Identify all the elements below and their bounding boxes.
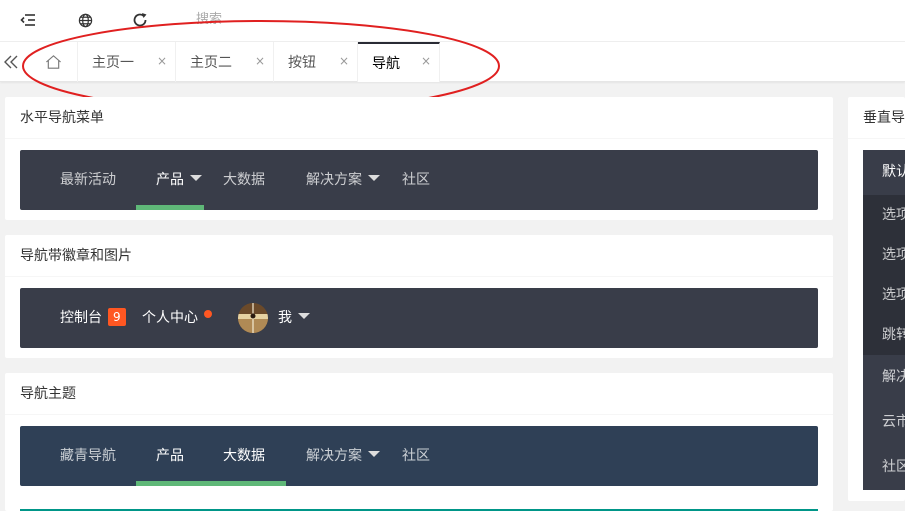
- avatar[interactable]: [238, 303, 268, 333]
- vnav-item-community[interactable]: 社区: [863, 445, 905, 490]
- nav-label: 产品: [156, 172, 184, 188]
- nav-item-bigdata[interactable]: 大数据: [223, 150, 265, 210]
- nav-item-product[interactable]: 产品: [156, 426, 184, 486]
- nav-label: 我: [278, 310, 292, 326]
- vnav-option-3[interactable]: 选项3: [863, 275, 905, 315]
- tab-close-icon[interactable]: ×: [157, 54, 167, 68]
- globe-icon[interactable]: [74, 9, 96, 31]
- horizontal-nav: 最新活动 产品 大数据 解决方案 社区: [20, 150, 818, 210]
- nav-item-community[interactable]: 社区: [402, 426, 430, 486]
- notification-dot: [204, 310, 212, 318]
- navy-nav: 藏青导航 产品 大数据 解决方案 社区: [20, 426, 818, 486]
- caret-down-icon: [190, 175, 202, 181]
- tab-close-icon[interactable]: ×: [421, 54, 431, 68]
- tab-close-icon[interactable]: ×: [339, 54, 349, 68]
- tab-label: 导航: [372, 56, 400, 72]
- active-indicator: [136, 205, 204, 210]
- vnav-option-2[interactable]: 选项2: [863, 235, 905, 275]
- badge-nav: 控制台 9 个人中心 我: [20, 288, 818, 348]
- vnav-option-jump[interactable]: 跳转: [863, 315, 905, 355]
- nav-item-solutions[interactable]: 解决方案: [306, 150, 380, 210]
- tab-home[interactable]: [29, 42, 78, 82]
- tab-bar: 主页一 × 主页二 × 按钮 × 导航 ×: [0, 42, 905, 82]
- nav-item-community[interactable]: 社区: [402, 150, 430, 210]
- vnav-item-solutions[interactable]: 解决方案: [863, 355, 905, 400]
- card-horizontal-nav: 水平导航菜单 最新活动 产品 大数据 解决方案 社区: [5, 97, 833, 220]
- home-icon: [45, 55, 61, 69]
- vnav-option-1[interactable]: 选项1: [863, 195, 905, 235]
- card-title: 水平导航菜单: [5, 97, 833, 139]
- vnav-item-cloud-market[interactable]: 云市场: [863, 400, 905, 445]
- refresh-icon[interactable]: [129, 9, 151, 31]
- tab-close-icon[interactable]: ×: [255, 54, 265, 68]
- tab-home-2[interactable]: 主页二 ×: [176, 42, 274, 82]
- card-title: 导航主题: [5, 373, 833, 415]
- nav-item-bigdata[interactable]: 大数据: [223, 426, 265, 486]
- nav-label: 解决方案: [306, 448, 362, 464]
- count-badge: 9: [108, 308, 126, 326]
- card-nav-theme: 导航主题 藏青导航 产品 大数据 解决方案 社区: [5, 373, 833, 511]
- nav-item-profile[interactable]: 个人中心: [142, 288, 198, 348]
- nav-item-product[interactable]: 产品: [156, 150, 202, 210]
- top-header: [0, 0, 905, 42]
- tab-label: 主页一: [92, 55, 134, 71]
- vnav-item-default-open[interactable]: 默认展开: [863, 150, 905, 195]
- tab-button[interactable]: 按钮 ×: [274, 42, 358, 82]
- menu-fold-icon[interactable]: [17, 9, 39, 31]
- caret-down-icon: [368, 451, 380, 457]
- card-badge-nav: 导航带徽章和图片 控制台 9 个人中心 我: [5, 235, 833, 358]
- tab-label: 按钮: [288, 55, 316, 71]
- nav-label: 控制台: [60, 310, 102, 326]
- nav-item-me[interactable]: 我: [278, 288, 310, 348]
- nav-label: 解决方案: [306, 172, 362, 188]
- tab-nav[interactable]: 导航 ×: [358, 42, 440, 82]
- caret-down-icon: [368, 175, 380, 181]
- tab-home-1[interactable]: 主页一 ×: [78, 42, 176, 82]
- nav-item-console[interactable]: 控制台 9: [60, 288, 126, 348]
- tab-label: 主页二: [190, 55, 232, 71]
- card-title: 垂直导航: [848, 97, 905, 139]
- card-vertical-nav: 垂直导航 默认展开 选项1 选项2 选项3 跳转 解决方案 云市场 社区: [848, 97, 905, 501]
- tab-scroll-left-icon[interactable]: [0, 42, 22, 82]
- active-indicator: [136, 481, 286, 486]
- nav-item-latest[interactable]: 最新活动: [60, 150, 116, 210]
- vertical-nav: 默认展开 选项1 选项2 选项3 跳转 解决方案 云市场 社区: [863, 150, 905, 490]
- caret-down-icon: [298, 313, 310, 319]
- vnav-submenu: 选项1 选项2 选项3 跳转: [863, 195, 905, 355]
- nav-item-solutions[interactable]: 解决方案: [306, 426, 380, 486]
- card-title: 导航带徽章和图片: [5, 235, 833, 277]
- search-input[interactable]: [196, 8, 376, 30]
- nav-item-navy[interactable]: 藏青导航: [60, 426, 116, 486]
